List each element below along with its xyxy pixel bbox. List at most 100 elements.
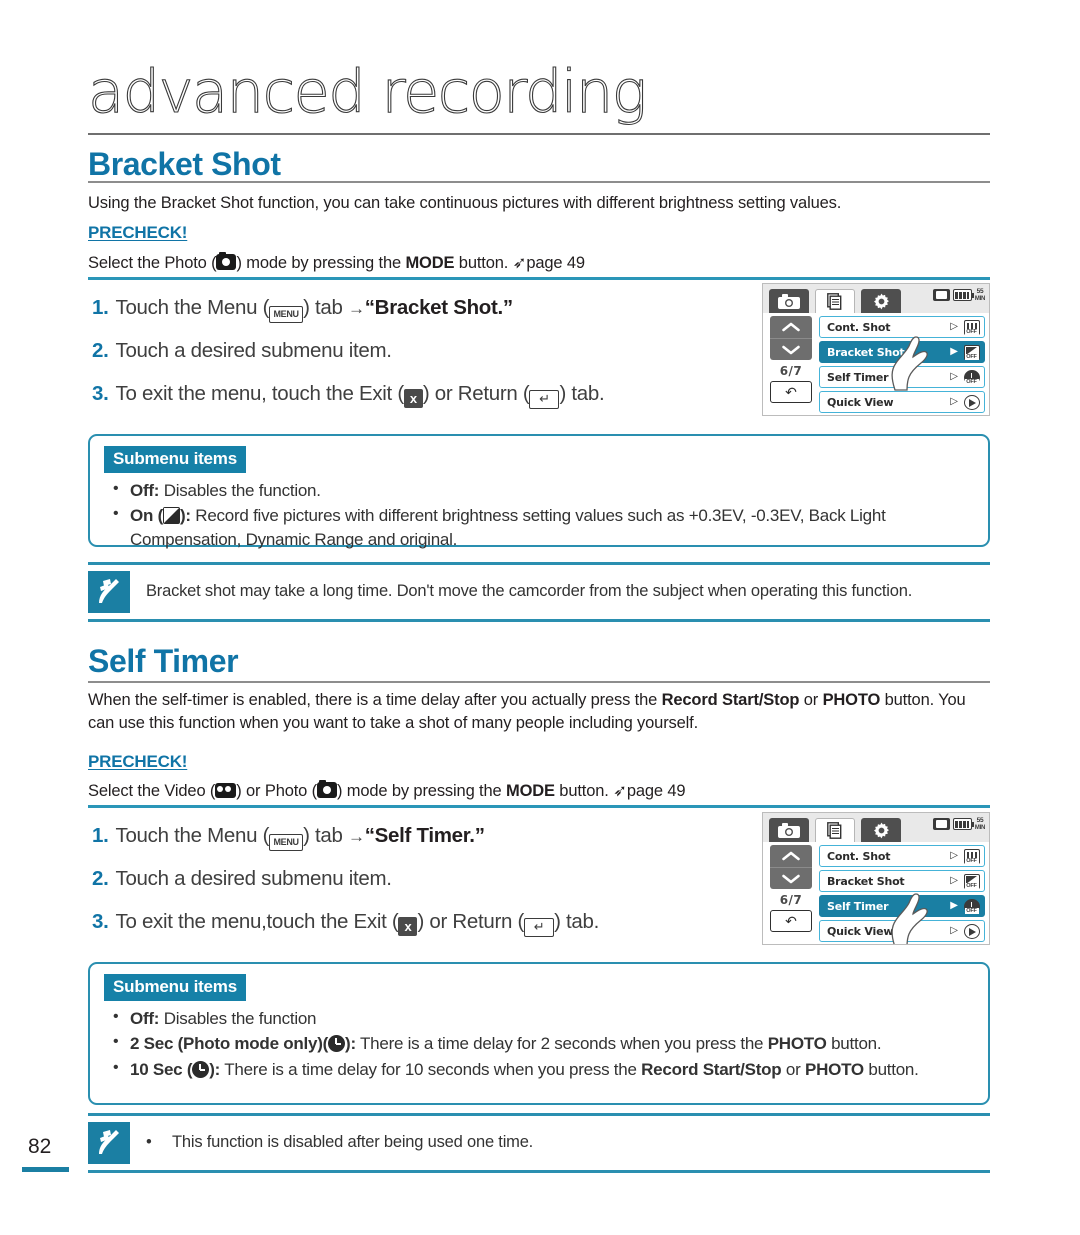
- pages-icon: [827, 822, 842, 839]
- step-text-pre: Touch a desired submenu item.: [115, 339, 392, 362]
- step-arrow-icon: →: [348, 299, 365, 318]
- step-1-bracket-shot: 1. Touch the Menu (MENU) tab →“Bracket Sh…: [92, 296, 513, 323]
- gear-icon: [873, 293, 889, 309]
- submenu-item-label-2: ):: [180, 506, 191, 526]
- page-ref-arrow-icon: ➶: [613, 782, 627, 800]
- step-number: 2.: [92, 867, 109, 890]
- scroll-down-button[interactable]: [770, 867, 812, 889]
- chapter-title: advanced recording: [87, 57, 647, 126]
- submenu-item-label: On (: [130, 506, 163, 526]
- step-strong: “Bracket Shot.”: [364, 296, 513, 319]
- page-number-rule: [22, 1167, 69, 1172]
- record-start-stop-label: Record Start/Stop: [641, 1059, 782, 1079]
- lcd-return-button[interactable]: ↶: [770, 910, 812, 932]
- lcd-page-indicator: 6/7: [779, 364, 803, 378]
- photo-tab[interactable]: [769, 818, 809, 842]
- photo-button-label: PHOTO: [805, 1059, 864, 1079]
- bracket-shot-icon: OFF: [963, 344, 980, 360]
- scroll-down-button[interactable]: [770, 338, 812, 360]
- lcd-status-icons: 55 MIN: [932, 288, 985, 302]
- scroll-up-button[interactable]: [770, 316, 812, 338]
- mode-button-label: MODE: [505, 782, 555, 800]
- photo-tab[interactable]: [769, 289, 809, 313]
- submenu-item-text: There is a time delay for 10 seconds whe…: [220, 1059, 642, 1079]
- precheck-pre: Select the Video (: [88, 782, 216, 800]
- precheck-label-bracket-shot: PRECHECK!: [88, 223, 188, 242]
- submenu-item-2sec: 2 Sec (Photo mode only)(): There is a ti…: [108, 1031, 970, 1055]
- photo-button-label: PHOTO: [822, 691, 881, 709]
- lcd-page-indicator: 6/7: [779, 893, 803, 907]
- lcd-row-label: Quick View: [827, 395, 894, 409]
- submenu-item-tail: button.: [826, 1034, 882, 1054]
- menu-tab[interactable]: [815, 289, 855, 313]
- lcd-row-self-timer[interactable]: Self Timer ▶ OFF: [819, 895, 985, 917]
- lcd-row-quick-view[interactable]: Quick View ▷: [819, 920, 985, 942]
- return-icon: ↵: [529, 390, 560, 409]
- note-box-self-timer: • This function is disabled after being u…: [88, 1113, 990, 1173]
- lcd-row-cont-shot[interactable]: Cont. Shot ▷ OFF: [819, 845, 985, 867]
- scroll-up-button[interactable]: [770, 845, 812, 867]
- cont-shot-icon: OFF: [963, 319, 980, 335]
- submenu-item-label-2: ):: [345, 1034, 356, 1054]
- icon-off-label: OFF: [964, 353, 979, 360]
- step-number: 1.: [92, 824, 109, 847]
- chevron-up-icon: [782, 322, 800, 332]
- play-triangle-icon: ▷: [950, 925, 958, 936]
- page-ref-arrow-icon: ➶: [512, 254, 527, 272]
- submenu-badge: Submenu items: [104, 974, 246, 1001]
- settings-tab[interactable]: [861, 818, 901, 842]
- submenu-item-text: Disables the function: [159, 1009, 317, 1028]
- icon-off-label: OFF: [964, 378, 979, 385]
- play-triangle-icon: ▷: [950, 396, 958, 407]
- settings-tab[interactable]: [861, 289, 901, 313]
- precheck-mid-2: ) mode by pressing the: [336, 782, 506, 800]
- teal-rule-1: [88, 277, 990, 280]
- self-timer-10sec-icon: [192, 1060, 210, 1078]
- battery-icon: [952, 289, 974, 302]
- step-text-pre: Touch the Menu (: [115, 296, 270, 319]
- note-body: • This function is disabled after being u…: [88, 1116, 990, 1170]
- step-text-mid: ) or Return (: [417, 910, 525, 933]
- lcd-screen-self-timer: 55 MIN 6/7 ↶ Cont. Shot ▷ OFF Bracket Sh…: [762, 812, 990, 945]
- precheck-text-self-timer: Select the Video () or Photo () mode by …: [88, 779, 990, 803]
- menu-tab[interactable]: [815, 818, 855, 842]
- lcd-body: 6/7 ↶ Cont. Shot ▷ OFF Bracket Shot ▷ OF…: [763, 842, 989, 944]
- time-remaining-unit: MIN: [974, 295, 985, 302]
- chapter-rule: [88, 133, 990, 135]
- chevron-up-icon: [782, 851, 800, 861]
- lcd-return-button[interactable]: ↶: [770, 381, 812, 403]
- mode-button-label: MODE: [405, 254, 455, 272]
- submenu-list: Off: Disables the function. On (): Recor…: [90, 478, 988, 567]
- lcd-row-label: Self Timer: [827, 899, 889, 913]
- lcd-row-bracket-shot[interactable]: Bracket Shot ▷ OFF: [819, 870, 985, 892]
- step-text-mid: ) tab: [303, 824, 349, 847]
- lcd-navpad: [770, 845, 812, 889]
- section-heading-self-timer: Self Timer: [88, 643, 239, 679]
- lcd-row-self-timer[interactable]: Self Timer ▷ OFF: [819, 366, 985, 388]
- lcd-row-bracket-shot[interactable]: Bracket Shot ▶ OFF: [819, 341, 985, 363]
- menu-tab-icon: MENU: [269, 834, 304, 851]
- submenu-item-tail-2: button.: [863, 1059, 919, 1079]
- icon-off-label: OFF: [964, 907, 979, 914]
- lcd-row-cont-shot[interactable]: Cont. Shot ▷ OFF: [819, 316, 985, 338]
- submenu-item-label: Off:: [130, 481, 160, 500]
- step-2-bracket-shot: 2. Touch a desired submenu item.: [92, 339, 392, 363]
- return-icon: ↵: [524, 918, 555, 937]
- submenu-item-off: Off: Disables the function: [108, 1006, 970, 1030]
- lcd-row-quick-view[interactable]: Quick View ▷: [819, 391, 985, 413]
- play-triangle-icon: ▷: [950, 371, 958, 382]
- step-text-pre: To exit the menu, touch the Exit (: [115, 382, 405, 405]
- photo-mode-icon: [216, 251, 237, 270]
- intro-text-bracket-shot: Using the Bracket Shot function, you can…: [88, 194, 842, 212]
- step-number: 3.: [92, 910, 109, 933]
- sd-card-icon: [932, 818, 950, 831]
- time-remaining-unit: MIN: [974, 824, 985, 831]
- lcd-body: 6/7 ↶ Cont. Shot ▷ OFF Bracket Shot ▶ OF…: [763, 313, 989, 415]
- step-text-post: ) tab.: [559, 382, 605, 405]
- exit-icon: x: [398, 917, 418, 936]
- chevron-down-icon: [782, 345, 800, 354]
- step-text-pre: Touch the Menu (: [115, 824, 270, 847]
- lcd-nav-column: 6/7 ↶: [767, 845, 815, 943]
- lcd-navpad: [770, 316, 812, 360]
- submenu-box-self-timer: Submenu items Off: Disables the function…: [88, 962, 990, 1105]
